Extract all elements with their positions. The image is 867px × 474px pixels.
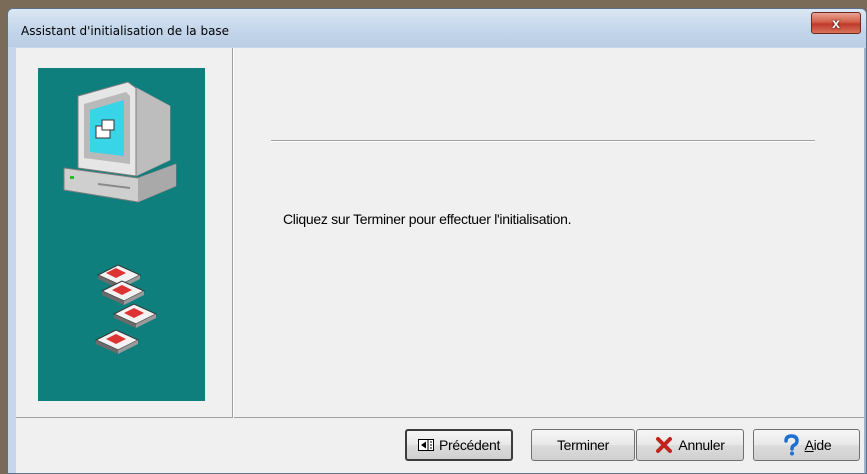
- wizard-side-panel: [38, 68, 205, 401]
- cancel-x-icon: [655, 436, 673, 454]
- floppy-disks-icon: [94, 264, 158, 354]
- close-icon: x: [832, 15, 840, 31]
- separator-line: [271, 140, 815, 142]
- finish-button[interactable]: Terminer: [531, 429, 635, 461]
- previous-icon: [417, 439, 434, 451]
- cancel-label: Annuler: [678, 437, 725, 453]
- panel-divider: [232, 48, 234, 418]
- title-bar[interactable]: Assistant d'initialisation de la base x: [8, 9, 866, 47]
- wizard-content: Cliquez sur Terminer pour effectuer l'in…: [16, 48, 866, 418]
- cancel-button[interactable]: Annuler: [636, 429, 744, 461]
- close-button[interactable]: x: [811, 12, 861, 34]
- help-label: Aide: [804, 437, 832, 453]
- side-illustration: [63, 81, 177, 354]
- help-button[interactable]: Aide: [753, 429, 860, 461]
- computer-icon: [63, 81, 177, 203]
- wizard-body: Cliquez sur Terminer pour effectuer l'in…: [16, 48, 866, 473]
- previous-button[interactable]: Précédent: [405, 429, 513, 461]
- wizard-message: Cliquez sur Terminer pour effectuer l'in…: [283, 211, 572, 227]
- previous-label: Précédent: [438, 437, 501, 453]
- help-question-icon: [782, 434, 800, 456]
- window-title: Assistant d'initialisation de la base: [21, 24, 230, 38]
- wizard-window: Assistant d'initialisation de la base x: [7, 8, 867, 474]
- finish-label: Terminer: [556, 437, 610, 453]
- window-right-edge: [864, 48, 866, 473]
